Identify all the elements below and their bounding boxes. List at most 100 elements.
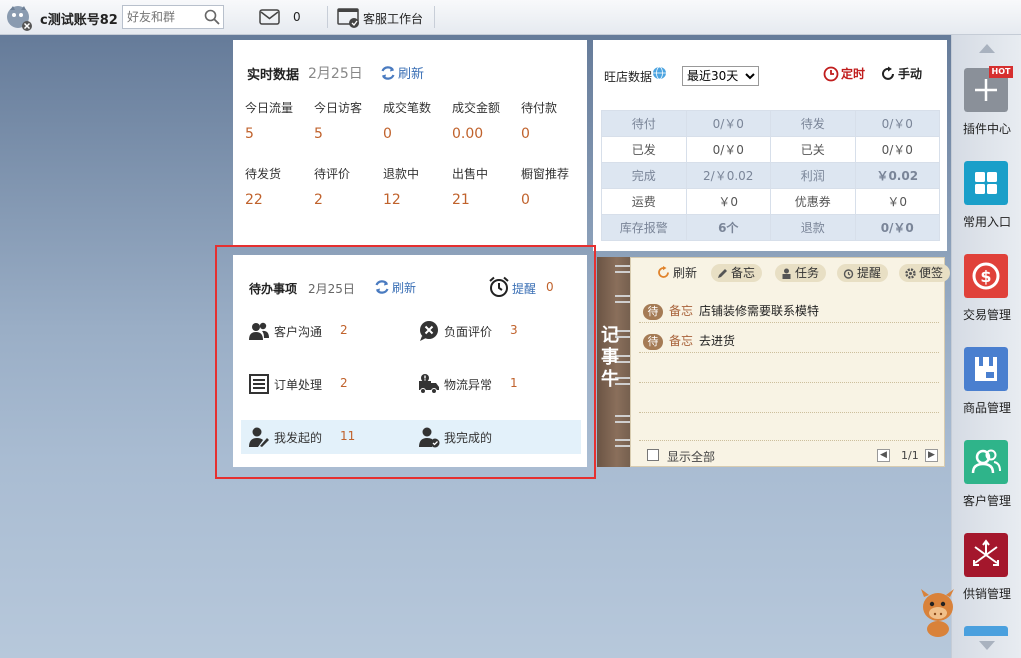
table-cell[interactable]: 0/￥0 — [854, 110, 940, 137]
manual-button[interactable]: 手动 — [880, 65, 922, 82]
table-cell[interactable]: 0/￥0 — [685, 110, 771, 137]
todo-label: 订单处理 — [274, 378, 323, 392]
users-icon — [249, 322, 269, 340]
network-icon — [964, 533, 1008, 577]
stat-pending-review[interactable]: 待评价 2 — [314, 165, 384, 208]
todo-count: 11 — [340, 429, 356, 443]
stat-today-visitors[interactable]: 今日访客 5 — [314, 99, 384, 142]
todo-label: 我发起的 — [274, 431, 323, 445]
mail-icon[interactable] — [259, 9, 280, 25]
stat-label: 待发货 — [245, 167, 282, 181]
reload-icon — [882, 66, 894, 80]
todo-item-customer-chat[interactable]: 客户沟通 2 — [248, 320, 398, 342]
notebook-spine: 记事牛 — [597, 257, 637, 467]
refresh-button[interactable]: 刷新 — [380, 63, 424, 82]
todo-label: 负面评价 — [444, 325, 493, 339]
scroll-up-icon[interactable] — [979, 43, 995, 53]
table-cell[interactable]: 0/￥0 — [854, 136, 940, 163]
stat-value: 0 — [521, 192, 530, 208]
table-cell[interactable]: 2/￥0.02 — [685, 162, 771, 189]
todo-item-completed-by-me[interactable]: 我完成的 — [418, 426, 568, 448]
todo-item-initiated-by-me[interactable]: 我发起的 11 — [248, 426, 398, 448]
mail-count: 0 — [293, 10, 301, 24]
divider — [327, 6, 328, 28]
stat-label: 待评价 — [314, 167, 351, 181]
remind-link[interactable]: 提醒 — [512, 280, 536, 297]
sidebar-item-partial[interactable] — [964, 626, 1008, 636]
gear-icon — [905, 268, 916, 279]
stat-value: 0 — [521, 126, 530, 142]
memo-item[interactable]: 待备忘 去进货 — [643, 332, 735, 350]
memo-tag: 备忘 — [669, 304, 694, 318]
stat-today-traffic[interactable]: 今日流量 5 — [245, 99, 315, 142]
sidebar-item-customer-management[interactable]: 客户管理 — [952, 440, 1021, 520]
avatar-icon[interactable] — [5, 4, 33, 32]
show-all-checkbox[interactable] — [647, 449, 659, 461]
globe-icon — [653, 66, 666, 80]
stat-deals[interactable]: 成交笔数 0 — [383, 99, 453, 142]
scroll-down-icon[interactable] — [979, 641, 995, 651]
table-cell: 待发 — [770, 110, 856, 137]
workspace-icon[interactable] — [337, 7, 361, 29]
alarm-clock-icon[interactable] — [488, 276, 510, 298]
stat-deal-amount[interactable]: 成交金额 0.00 — [452, 99, 522, 142]
sidebar-item-trade-management[interactable]: $ 交易管理 — [952, 254, 1021, 334]
table-cell[interactable]: ￥0.02 — [854, 162, 940, 189]
user-edit-icon — [249, 427, 269, 447]
memo-item[interactable]: 待备忘 店铺装修需要联系模特 — [643, 302, 819, 320]
stat-value: 2 — [314, 192, 323, 208]
todo-item-order-processing[interactable]: 订单处理 2 — [248, 373, 398, 395]
table-cell[interactable]: 0/￥0 — [685, 136, 771, 163]
notebook-memo-button[interactable]: 备忘 — [711, 264, 763, 282]
todo-count: 1 — [510, 376, 518, 390]
prev-page-button[interactable]: ◀ — [877, 449, 890, 462]
notebook-remind-button[interactable]: 提醒 — [837, 264, 889, 282]
todo-item-negative-review[interactable]: 负面评价 3 — [418, 320, 568, 342]
notebook-ruled-line — [639, 412, 939, 413]
refresh-button[interactable]: 刷新 — [374, 279, 416, 296]
refresh-label: 刷新 — [398, 67, 425, 82]
notebook-task-button[interactable]: 任务 — [775, 264, 827, 282]
notebook-ruled-line — [639, 440, 939, 441]
panel-date: 2月25日 — [308, 66, 363, 82]
notebook-refresh-button[interactable]: 刷新 — [657, 264, 704, 282]
stat-label: 成交笔数 — [383, 101, 432, 115]
mascot-cow-icon[interactable] — [920, 583, 954, 637]
next-page-button[interactable]: ▶ — [925, 449, 938, 462]
table-cell[interactable]: ￥0 — [854, 188, 940, 215]
todo-panel: 待办事项 2月25日 刷新 提醒 0 客户沟通 2 负面评价 3 订单处理 2 … — [233, 255, 587, 467]
sidebar-item-distribution-management[interactable]: 供销管理 — [952, 533, 1021, 613]
sidebar-item-label: 商品管理 — [962, 401, 1011, 415]
search-icon[interactable] — [204, 9, 220, 25]
sidebar-item-product-management[interactable]: 商品管理 — [952, 347, 1021, 427]
stat-value: 5 — [245, 126, 254, 142]
stat-refunding[interactable]: 退款中 12 — [383, 165, 453, 208]
todo-item-logistics-exception[interactable]: 物流异常 1 — [418, 373, 568, 395]
stat-pending-ship[interactable]: 待发货 22 — [245, 165, 315, 208]
wangdian-data-panel: 旺店数据 最近30天 定时 手动 待付 0/￥0 待发 0/￥0 已发 0/￥0… — [593, 40, 947, 251]
sidebar-item-common-entry[interactable]: 常用入口 — [952, 161, 1021, 241]
todo-label: 物流异常 — [444, 378, 493, 392]
workspace-label[interactable]: 客服工作台 — [363, 10, 423, 27]
search-box[interactable] — [122, 5, 224, 29]
date-range-select[interactable]: 最近30天 — [682, 66, 759, 86]
timer-button[interactable]: 定时 — [823, 65, 865, 82]
show-all-label[interactable]: 显示全部 — [667, 448, 715, 465]
memo-tag: 备忘 — [669, 334, 694, 348]
account-name[interactable]: c测试账号82 — [40, 9, 118, 28]
divider — [434, 6, 435, 28]
refresh-label: 刷新 — [392, 281, 417, 295]
stat-pending-payment[interactable]: 待付款 0 — [521, 99, 591, 142]
table-cell[interactable]: ￥0 — [685, 188, 771, 215]
page-indicator: 1/1 — [901, 449, 919, 462]
todo-label: 客户沟通 — [274, 325, 323, 339]
pending-badge: 待 — [643, 304, 663, 320]
table-cell[interactable]: 0/￥0 — [854, 214, 940, 241]
stat-value: 0 — [383, 126, 392, 142]
table-cell[interactable]: 6个 — [685, 214, 771, 241]
stat-window-recommend[interactable]: 橱窗推荐 0 — [521, 165, 591, 208]
notebook-note-button[interactable]: 便签 — [899, 264, 951, 282]
search-input[interactable] — [123, 6, 203, 28]
stat-on-sale[interactable]: 出售中 21 — [452, 165, 522, 208]
sidebar-item-plugin-center[interactable]: HOT 插件中心 — [952, 66, 1021, 148]
